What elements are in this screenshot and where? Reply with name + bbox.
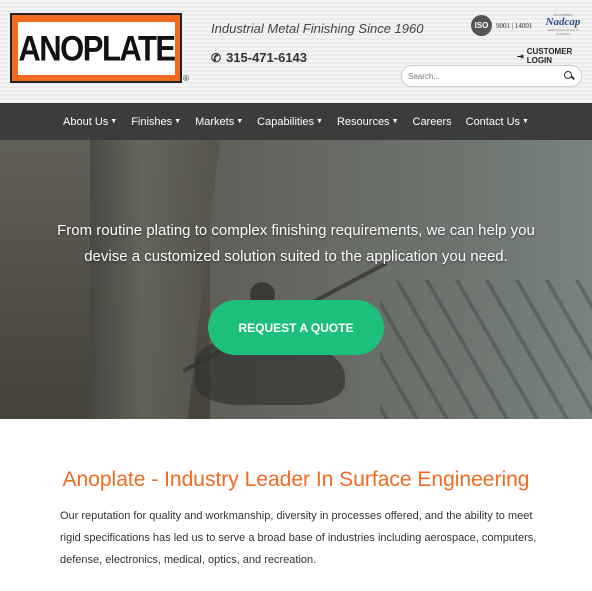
- caret-down-icon: ▼: [391, 118, 399, 125]
- caret-down-icon: ▼: [110, 118, 118, 125]
- nadcap-logo: Accredited Nadcap AEROSPACE QUALITY SYST…: [540, 12, 586, 42]
- caret-down-icon: ▼: [174, 118, 182, 125]
- site-header: ANOPLATE ® Industrial Metal Finishing Si…: [0, 0, 592, 103]
- customer-login-link[interactable]: ⇥ CUSTOMER LOGIN: [517, 47, 592, 65]
- request-quote-button[interactable]: REQUEST A QUOTE: [208, 300, 384, 355]
- nav-finishes[interactable]: Finishes ▼: [124, 116, 188, 128]
- caret-down-icon: ▼: [316, 118, 323, 125]
- sign-in-icon: ⇥: [517, 51, 524, 61]
- nav-label: Capabilities: [257, 115, 315, 128]
- caret-down-icon: ▼: [522, 118, 529, 125]
- iso-logo-icon: ISO: [471, 15, 492, 36]
- nav-capabilities[interactable]: Capabilities ▼: [250, 116, 330, 128]
- customer-login-label: CUSTOMER LOGIN: [526, 47, 573, 65]
- logo-text: ANOPLATE: [18, 27, 176, 69]
- logo-inner: ANOPLATE: [18, 22, 176, 75]
- nav-label: Finishes: [131, 115, 173, 128]
- phone-number[interactable]: ✆ 315-471-6143: [211, 50, 307, 65]
- section-body: Our reputation for quality and workmansh…: [60, 510, 537, 566]
- hero-banner: From routine plating to complex finishin…: [0, 140, 592, 419]
- iso-numbers: 9001 | 14001: [496, 21, 533, 30]
- nadcap-name: Nadcap: [545, 16, 581, 28]
- hero-text: From routine plating to complex finishin…: [57, 222, 535, 265]
- nav-label: Careers: [412, 115, 452, 128]
- nav-label: Resources: [336, 115, 390, 128]
- nav-label: Contact Us: [465, 115, 521, 128]
- nav-careers[interactable]: Careers: [406, 116, 459, 128]
- registered-mark: ®: [183, 74, 189, 83]
- nav-contact-us[interactable]: Contact Us ▼: [459, 116, 536, 128]
- nav-label: About Us: [63, 115, 109, 128]
- section-title: Anoplate - Industry Leader In Surface En…: [62, 468, 530, 491]
- main-nav: About Us ▼ Finishes ▼ Markets ▼ Capabilitie…: [0, 103, 592, 140]
- caret-down-icon: ▼: [236, 118, 244, 125]
- nav-about-us[interactable]: About Us ▼: [56, 116, 124, 128]
- nadcap-subtext: AEROSPACE QUALITY SYSTEMS: [546, 28, 580, 36]
- iso-certification: ISO 9001 | 14001: [471, 15, 532, 36]
- phone-icon: ✆: [211, 50, 222, 65]
- anoplate-logo[interactable]: ANOPLATE: [10, 13, 182, 83]
- nav-markets[interactable]: Markets ▼: [188, 116, 250, 128]
- hero-overlay: [0, 140, 592, 419]
- nav-label: Markets: [195, 115, 235, 128]
- nav-resources[interactable]: Resources ▼: [330, 116, 406, 128]
- tagline: Industrial Metal Finishing Since 1960: [211, 21, 424, 36]
- phone-text: 315-471-6143: [226, 50, 308, 65]
- search-icon[interactable]: [563, 70, 575, 82]
- search-input[interactable]: [408, 71, 563, 81]
- search-bar: [401, 65, 582, 87]
